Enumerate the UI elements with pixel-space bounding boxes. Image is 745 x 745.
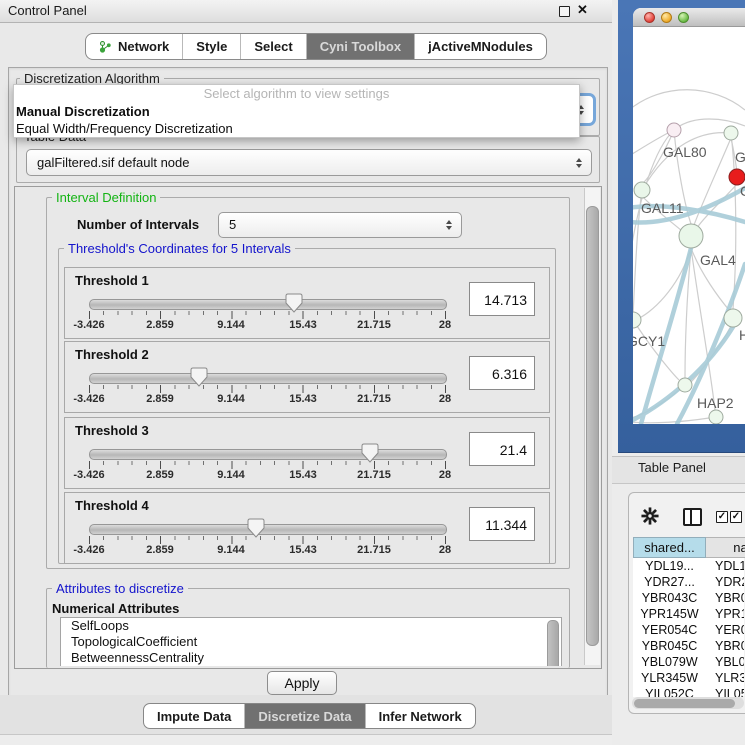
node-label-h: H	[739, 327, 745, 343]
dropdown-option-manual-discretization[interactable]: Manual Discretization	[14, 103, 579, 120]
threshold-1-slider-thumb[interactable]	[285, 293, 303, 313]
vertical-scrollbar-thumb[interactable]	[586, 206, 599, 646]
threshold-4-panel: Threshold 4 -3.426 2.859 9.144 15.43 21.…	[64, 492, 550, 564]
node-label-gal80: GAL80	[663, 144, 707, 160]
tab-label: Network	[118, 39, 169, 54]
combo-arrows-icon	[576, 158, 582, 168]
threshold-3-slider-thumb[interactable]	[361, 443, 379, 463]
list-item[interactable]: TopologicalCoefficient	[61, 634, 561, 650]
threshold-2-value-field[interactable]: 6.316	[469, 356, 535, 390]
close-traffic-light-icon[interactable]	[644, 12, 655, 23]
list-scrollbar-thumb[interactable]	[547, 620, 559, 666]
panel-title: Control Panel	[8, 3, 87, 18]
network-window: GAL80 GAL11 GAL4 GCY1 HAP2 H GA C	[633, 8, 745, 424]
top-tab-bar: Network Style Select Cyni Toolbox jActiv…	[85, 33, 547, 60]
spinner-arrows-icon	[446, 220, 452, 230]
node-label-gal11: GAL11	[641, 200, 684, 216]
threshold-3-value-field[interactable]: 21.4	[469, 432, 535, 466]
threshold-2-panel: Threshold 2 -3.426 2.859 9.144 15.43 21.…	[64, 341, 550, 413]
tab-select[interactable]: Select	[240, 34, 305, 59]
table-row[interactable]: YBL079WYBL079W	[633, 654, 744, 670]
table-row[interactable]: YDL19...YDL19...	[633, 558, 744, 574]
intervals-value: 5	[219, 217, 236, 232]
node-label-ga: GA	[735, 149, 745, 165]
apply-button[interactable]: Apply	[267, 671, 337, 695]
table-data-combobox[interactable]: galFiltered.sif default node	[26, 149, 592, 176]
threshold-3-panel: Threshold 3 -3.426 2.859 9.144 15.43 21.…	[64, 417, 550, 489]
table-row[interactable]: YER054CYER054C	[633, 622, 744, 638]
node-label-c: C	[740, 183, 745, 199]
threshold-1-slider-track[interactable]	[89, 299, 447, 310]
threshold-4-slider-track[interactable]	[89, 524, 447, 535]
control-panel-titlebar: Control Panel ✕	[0, 0, 612, 23]
table-panel-title: Table Panel	[638, 460, 706, 475]
algorithm-dropdown-popup: Select algorithm to view settings Manual…	[13, 84, 580, 138]
attributes-group-title: Attributes to discretize	[52, 581, 188, 596]
numerical-attributes-heading: Numerical Attributes	[52, 601, 179, 616]
node-label-gcy1: GCY1	[633, 333, 665, 349]
threshold-4-value-field[interactable]: 11.344	[469, 507, 535, 541]
tab-jactivemnodules[interactable]: jActiveMNodules	[414, 34, 546, 59]
gear-icon[interactable]	[641, 507, 659, 525]
slider-major-ticks	[89, 385, 447, 393]
threshold-2-slider-thumb[interactable]	[190, 367, 208, 387]
table-data-value: galFiltered.sif default node	[27, 155, 189, 170]
threshold-label: Threshold 2	[75, 347, 149, 362]
dropdown-option-equal-width[interactable]: Equal Width/Frequency Discretization	[14, 120, 579, 137]
threshold-3-slider-track[interactable]	[89, 449, 447, 460]
node-table[interactable]: YDL19...YDL19... YDR27...YDR27... YBR043…	[633, 558, 744, 697]
node-label-hap2: HAP2	[697, 395, 734, 411]
tab-style[interactable]: Style	[182, 34, 240, 59]
threshold-label: Threshold 1	[75, 273, 149, 288]
list-item[interactable]: BetweennessCentrality	[61, 650, 561, 666]
table-row[interactable]: YLR345WYLR345W	[633, 670, 744, 686]
threshold-2-slider-track[interactable]	[89, 373, 447, 384]
thresholds-group-title: Threshold's Coordinates for 5 Intervals	[64, 241, 295, 256]
bottom-ridge	[0, 734, 612, 745]
tab-infer-network[interactable]: Infer Network	[365, 704, 475, 728]
tab-impute-data[interactable]: Impute Data	[144, 704, 244, 728]
network-canvas[interactable]: GAL80 GAL11 GAL4 GCY1 HAP2 H GA C	[633, 26, 745, 424]
app-root: Control Panel ✕ Network Style Select Cyn…	[0, 0, 745, 745]
slider-major-ticks	[89, 536, 447, 544]
checkbox-icon[interactable]: ✓	[716, 511, 728, 523]
threshold-label: Threshold 3	[75, 423, 149, 438]
column-header-shared-name[interactable]: shared...	[633, 537, 706, 558]
number-of-intervals-spinner[interactable]: 5	[218, 212, 462, 238]
list-item[interactable]: SelfLoops	[61, 618, 561, 634]
minimize-traffic-light-icon[interactable]	[661, 12, 672, 23]
tab-cyni-toolbox[interactable]: Cyni Toolbox	[306, 34, 414, 59]
slider-major-ticks	[89, 311, 447, 319]
table-row[interactable]: YBR045CYBR045C	[633, 638, 744, 654]
column-header-name[interactable]: name	[706, 537, 745, 558]
checkbox-icon[interactable]: ✓	[730, 511, 742, 523]
table-row[interactable]: YIL052CYIL052C	[633, 686, 744, 697]
columns-icon-divider	[690, 510, 692, 524]
slider-major-ticks	[89, 461, 447, 469]
interval-definition-title: Interval Definition	[52, 190, 160, 205]
network-icon	[99, 40, 112, 53]
tab-network[interactable]: Network	[86, 34, 182, 59]
network-window-titlebar[interactable]	[633, 8, 745, 27]
threshold-1-panel: Threshold 1 -3.426 2.859 9.144 15.43 21.…	[64, 267, 550, 339]
number-of-intervals-label: Number of Intervals	[77, 217, 199, 232]
close-icon[interactable]: ✕	[577, 2, 588, 18]
bottom-tab-bar: Impute Data Discretize Data Infer Networ…	[143, 703, 476, 729]
table-row[interactable]: YBR043CYBR043C	[633, 590, 744, 606]
columns-icon[interactable]	[683, 508, 702, 526]
table-row[interactable]: YDR27...YDR27...	[633, 574, 744, 590]
float-window-icon[interactable]	[559, 6, 570, 17]
threshold-1-value-field[interactable]: 14.713	[469, 282, 535, 316]
dropdown-placeholder[interactable]: Select algorithm to view settings	[14, 85, 579, 103]
attributes-list: SelfLoops TopologicalCoefficient Between…	[60, 617, 562, 666]
tab-discretize-data[interactable]: Discretize Data	[244, 704, 364, 728]
table-hscrollbar-thumb[interactable]	[634, 699, 735, 708]
zoom-traffic-light-icon[interactable]	[678, 12, 689, 23]
table-row[interactable]: YPR145WYPR145W	[633, 606, 744, 622]
node-label-gal4: GAL4	[700, 252, 736, 268]
threshold-label: Threshold 4	[75, 498, 149, 513]
threshold-4-slider-thumb[interactable]	[247, 518, 265, 538]
